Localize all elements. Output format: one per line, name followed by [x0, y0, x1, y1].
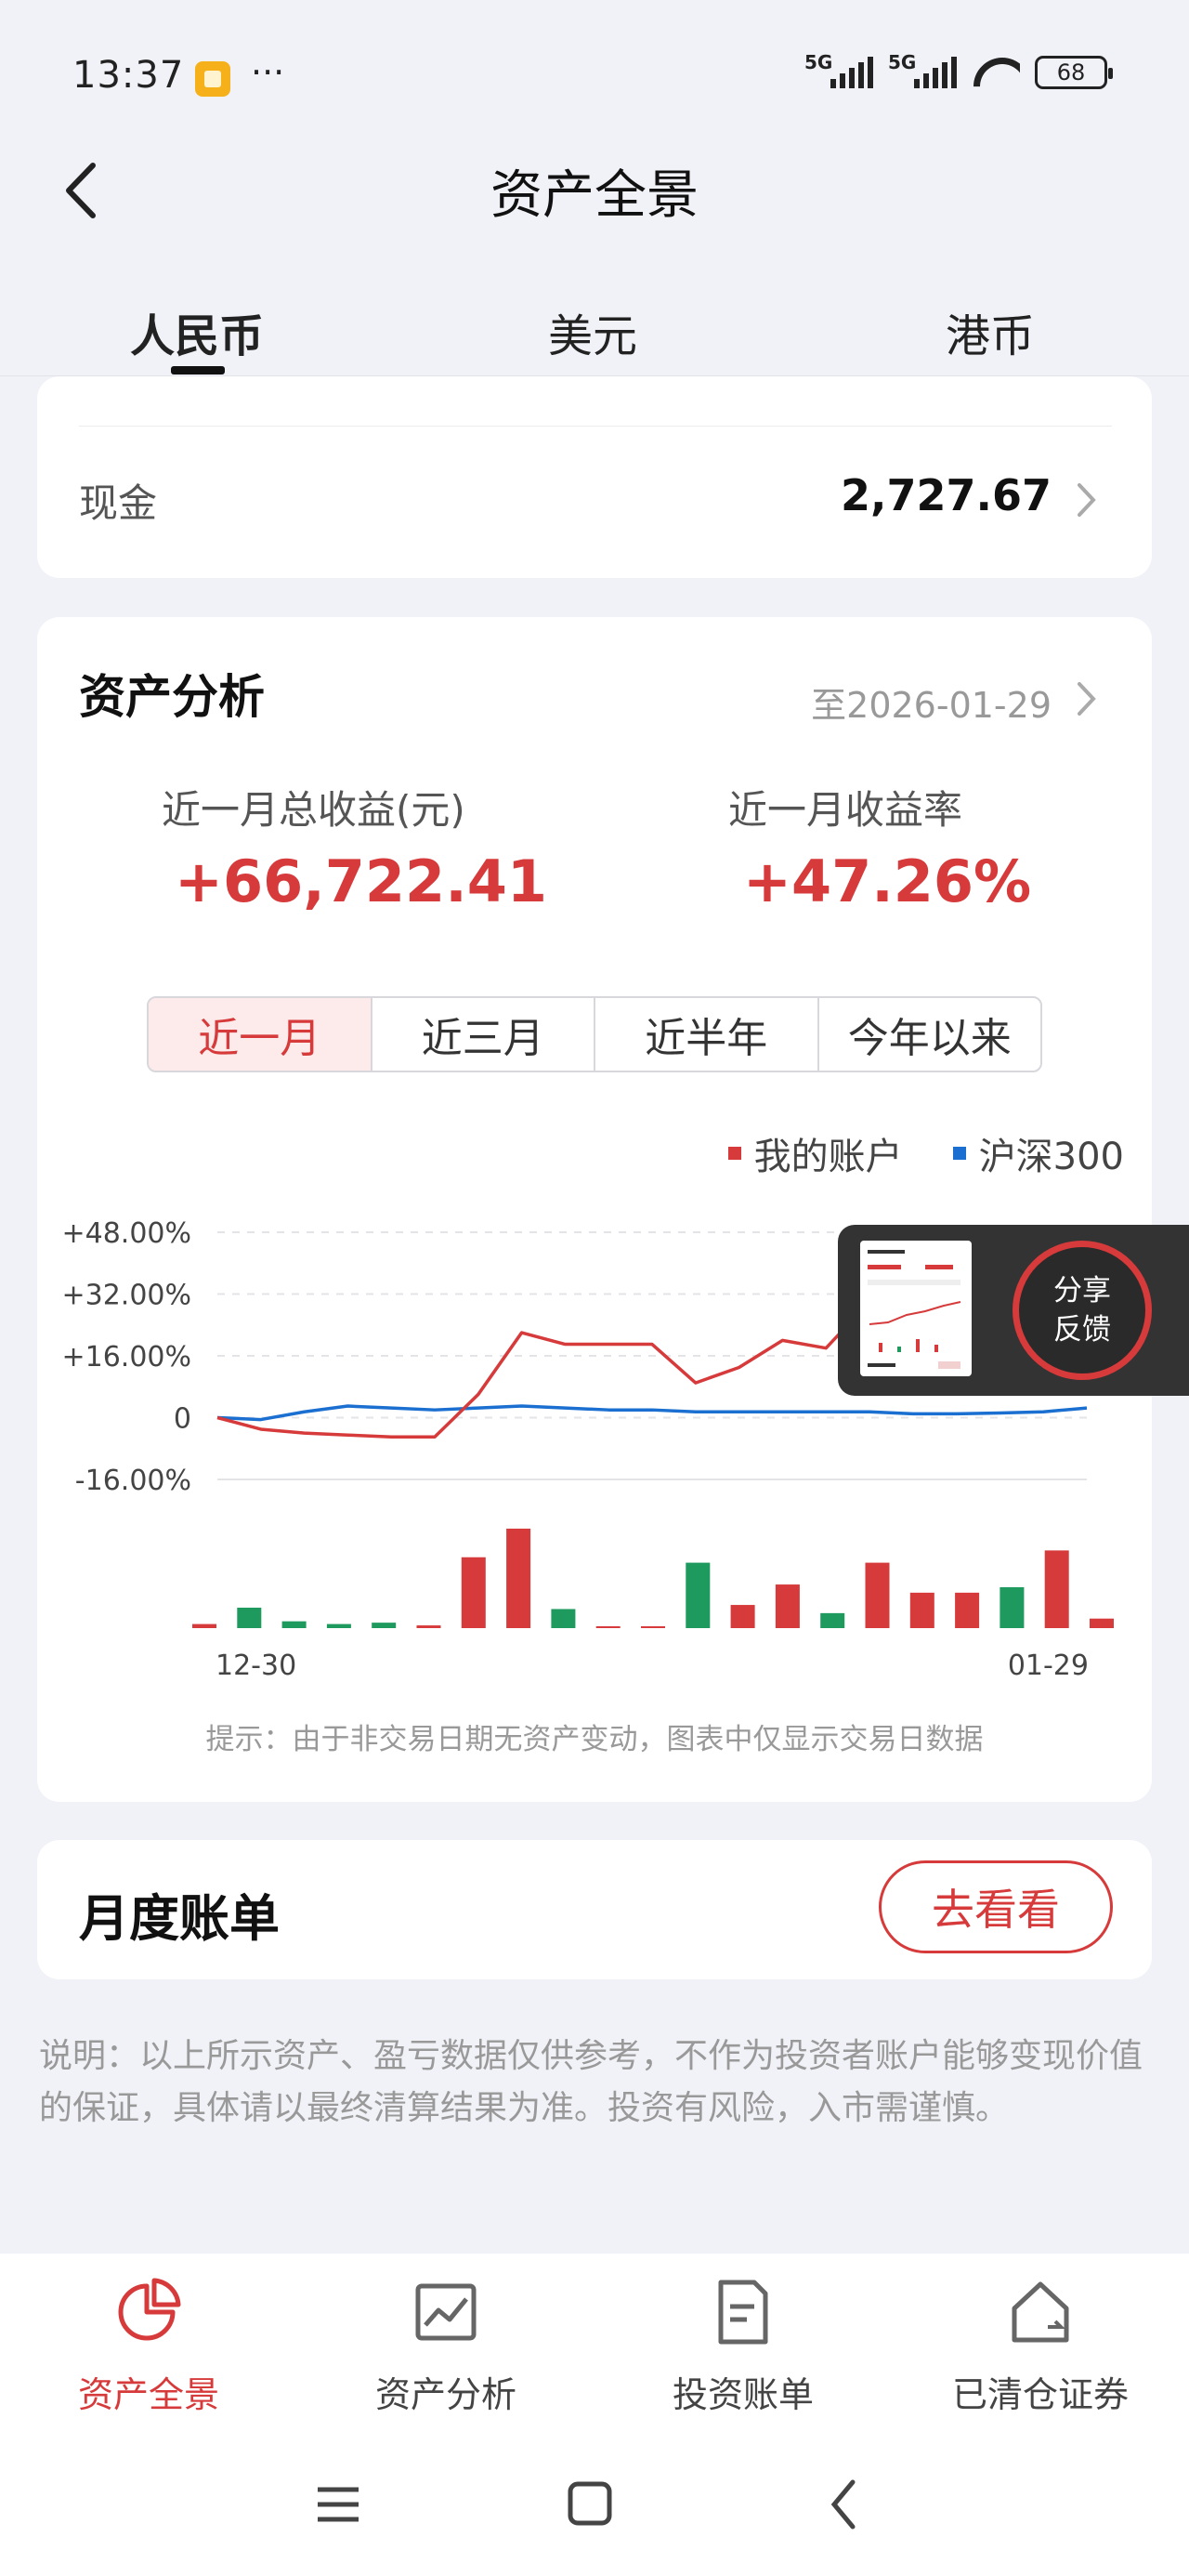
share-label: 分享 — [1053, 1274, 1111, 1308]
battery-icon: 68 — [1035, 56, 1113, 89]
x-start-label: 12-30 — [216, 1649, 296, 1682]
daily-bar — [551, 1609, 576, 1628]
period-1m[interactable]: 近一月 — [149, 998, 372, 1071]
daily-bar — [237, 1608, 262, 1628]
signal-label: 5G — [804, 51, 833, 73]
chart-hint: 提示：由于非交易日期无资产变动，图表中仅显示交易日数据 — [205, 1723, 984, 1756]
tab-usd[interactable]: 美元 — [548, 299, 637, 364]
daily-bar — [192, 1623, 216, 1628]
daily-bar — [686, 1562, 711, 1628]
daily-bar — [865, 1562, 890, 1628]
daily-bar — [775, 1584, 800, 1628]
nav-asset-analysis[interactable]: 资产分析 — [297, 2277, 594, 2417]
period-6m[interactable]: 近半年 — [595, 998, 819, 1071]
daily-bar — [326, 1623, 351, 1628]
document-icon — [718, 2280, 768, 2345]
daily-bar — [909, 1592, 934, 1628]
screenshot-thumbnail[interactable] — [860, 1241, 972, 1376]
thumbnail-preview-icon — [868, 1250, 961, 1369]
home-icon[interactable] — [568, 2481, 612, 2526]
daily-bar — [1044, 1550, 1069, 1628]
page-title: 资产全景 — [490, 165, 699, 226]
cash-value: 2,727.67 — [841, 470, 1052, 520]
wifi-icon — [972, 54, 1020, 91]
daily-bar — [416, 1625, 441, 1628]
back-nav-icon[interactable] — [830, 2479, 856, 2530]
cash-label: 现金 — [79, 480, 158, 526]
y-tick-label: +48.00% — [61, 1217, 191, 1250]
nav-cleared-securities[interactable]: 已清仓证券 — [892, 2277, 1189, 2417]
legend-label: 我的账户 — [753, 1136, 903, 1178]
monthly-return-label: 近一月收益率 — [728, 787, 963, 833]
house-icon — [1012, 2281, 1069, 2343]
status-indicators: 5G 5G 68 — [804, 51, 1113, 91]
feedback-label: 反馈 — [1053, 1313, 1111, 1347]
nav-label: 投资账单 — [672, 2374, 814, 2415]
daily-bar — [506, 1528, 531, 1628]
view-monthly-bill-button[interactable]: 去看看 — [879, 1860, 1113, 1953]
daily-bar — [1090, 1618, 1114, 1628]
daily-bar — [820, 1612, 845, 1628]
legend-swatch — [952, 1147, 966, 1160]
share-feedback-button[interactable]: 分享 反馈 — [1013, 1241, 1152, 1380]
line-chart-icon — [415, 2283, 477, 2341]
nav-label: 资产全景 — [77, 2374, 219, 2415]
y-tick-label: 0 — [174, 1403, 191, 1436]
more-notifications-icon: ··· — [251, 52, 285, 93]
legend-label: 沪深300 — [978, 1136, 1124, 1178]
signal-label: 5G — [888, 51, 917, 73]
legend-my-account: 我的账户 — [727, 1126, 903, 1180]
pie-chart-icon — [118, 2278, 181, 2341]
divider — [79, 426, 1112, 427]
signal-5g-icon-2: 5G — [888, 51, 957, 88]
nav-investment-bill[interactable]: 投资账单 — [594, 2277, 892, 2417]
period-3m[interactable]: 近三月 — [372, 998, 595, 1071]
status-time: 13:37 — [72, 54, 185, 97]
daily-bar — [641, 1626, 665, 1628]
disclaimer: 说明：以上所示资产、盈亏数据仅供参考，不作为投资者账户能够变现价值的保证，具体请… — [39, 2037, 1143, 2127]
nav-asset-overview[interactable]: 资产全景 — [0, 2277, 297, 2417]
monthly-return-value: +47.26% — [743, 848, 1032, 915]
menu-icon[interactable] — [318, 2487, 359, 2522]
y-tick-label: +16.00% — [61, 1341, 191, 1373]
monthly-bill-title: 月度账单 — [79, 1889, 280, 1948]
monthly-profit-value: +66,722.41 — [175, 848, 548, 915]
y-tick-label: -16.00% — [75, 1465, 191, 1497]
chart-legend: 我的账户 沪深300 — [727, 1126, 1124, 1180]
tab-underline — [171, 366, 225, 375]
battery-level: 68 — [1056, 59, 1086, 85]
daily-bar — [461, 1557, 486, 1628]
currency-tabs: 人民币 美元 港币 — [0, 279, 1189, 376]
y-tick-label: +32.00% — [61, 1280, 191, 1312]
daily-bar — [595, 1626, 621, 1628]
nav-label: 资产分析 — [374, 2374, 516, 2415]
analysis-title: 资产分析 — [79, 670, 265, 724]
signal-5g-icon: 5G — [804, 51, 873, 88]
daily-bar — [955, 1592, 980, 1628]
daily-bar — [372, 1623, 397, 1628]
nav-label: 已清仓证券 — [951, 2374, 1129, 2415]
daily-bar — [730, 1605, 755, 1628]
monthly-profit-label: 近一月总收益(元) — [162, 787, 465, 833]
x-end-label: 01-29 — [1008, 1649, 1089, 1682]
app-notification-icon — [195, 61, 230, 97]
analysis-date[interactable]: 至2026-01-29 — [811, 677, 1052, 728]
tab-hkd[interactable]: 港币 — [946, 299, 1035, 364]
daily-bar — [281, 1621, 307, 1628]
daily-bar — [1000, 1587, 1025, 1628]
tab-rmb[interactable]: 人民币 — [130, 299, 264, 364]
system-nav-bar — [318, 2479, 856, 2530]
period-ytd[interactable]: 今年以来 — [819, 998, 1041, 1071]
chevron-right-icon — [1078, 682, 1096, 716]
period-selector: 近一月 近三月 近半年 今年以来 — [147, 996, 1042, 1072]
legend-swatch — [727, 1147, 741, 1160]
legend-csi300: 沪深300 — [952, 1126, 1124, 1180]
chevron-right-icon — [1078, 483, 1096, 517]
